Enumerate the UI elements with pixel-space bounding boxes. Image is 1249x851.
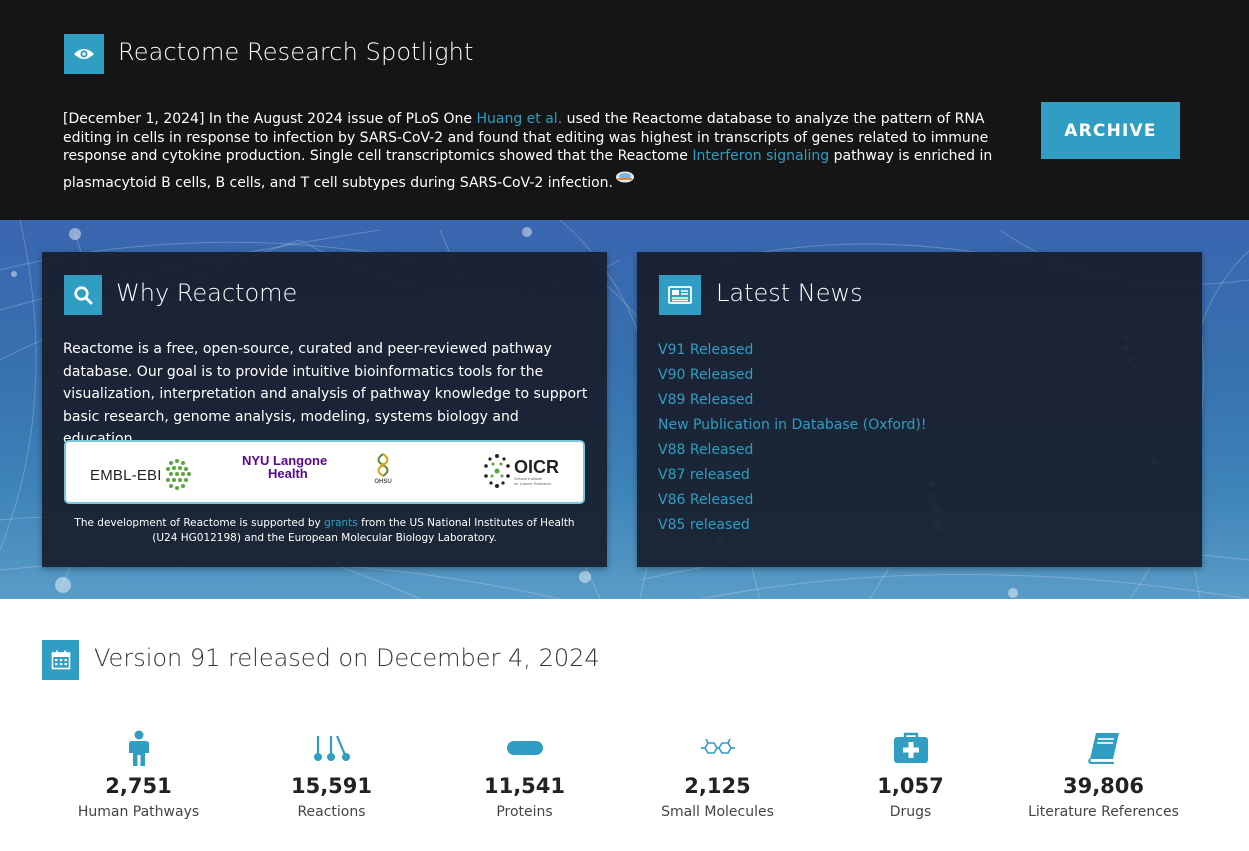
stat-value: 15,591 [290,774,373,798]
oicr-logo-text: OICR [514,457,559,477]
release-title: Version 91 released on December 4, 2024 [94,644,600,672]
stat-label: Proteins [496,804,553,820]
stat-proteins[interactable]: 11,541 Proteins [428,730,621,820]
hero-section: Why Reactome Reactome is a free, open-so… [0,220,1249,599]
why-reactome-panel: Why Reactome Reactome is a free, open-so… [42,252,607,567]
stat-value: 11,541 [483,774,566,798]
ohsu-emblem-icon [377,453,389,477]
news-item: V91 Released [658,338,926,363]
latest-news-panel: Latest News V91 Released V90 Released V8… [637,252,1202,567]
search-icon [64,275,102,315]
spotlight-text-part: [December 1, 2024] In the August 2024 is… [63,111,477,127]
stat-value: 2,751 [105,774,172,798]
nyu-langone-logo[interactable]: NYU Langone Health [242,454,327,480]
news-link[interactable]: V87 released [658,467,750,483]
funding-statement: The development of Reactome is supported… [62,516,587,546]
virus-emoji-icon [615,170,635,182]
stat-value: 2,125 [684,774,751,798]
news-link[interactable]: V91 Released [658,342,753,358]
medical-kit-icon [893,732,928,763]
oicr-logo-subtext-2: for Cancer Research [514,481,551,486]
why-reactome-title: Why Reactome [116,279,298,307]
oicr-emblem-icon [484,454,510,488]
stat-label: Reactions [297,804,366,820]
embl-ebi-logo[interactable]: EMBL-EBI [90,458,193,492]
archive-button[interactable]: ARCHIVE [1041,102,1180,159]
spotlight-text-part: plasmacytoid B cells, B cells, and T cel… [63,174,613,191]
oicr-logo[interactable]: OICR Ontario Institute for Cancer Resear… [482,452,559,492]
news-link[interactable]: V90 Released [658,367,753,383]
stat-small-molecules[interactable]: 2,125 Small Molecules [621,730,814,820]
news-item: V85 released [658,513,926,538]
newspaper-icon [659,275,701,315]
news-link[interactable]: V88 Released [658,442,753,458]
stat-literature-references[interactable]: 39,806 Literature References [1007,730,1200,820]
stat-value: 1,057 [877,774,944,798]
why-reactome-description: Reactome is a free, open-source, curated… [63,341,588,447]
stat-label: Literature References [1028,804,1179,820]
news-item: V86 Released [658,488,926,513]
ohsu-logo[interactable]: OHSU [372,452,394,485]
reaction-icon [313,735,350,761]
news-link[interactable]: V86 Released [658,492,753,508]
embl-hexagon-icon [165,459,191,490]
news-item: V90 Released [658,363,926,388]
calendar-icon [42,640,79,680]
news-item: V87 released [658,463,926,488]
news-link[interactable]: V89 Released [658,392,753,408]
stat-reactions[interactable]: 15,591 Reactions [235,730,428,820]
embl-ebi-logo-text: EMBL-EBI [90,466,162,484]
spotlight-text-part: pathway is enriched in [829,148,993,164]
news-link[interactable]: V85 released [658,517,750,533]
stat-label: Human Pathways [77,804,200,820]
human-figure-icon [128,730,149,766]
protein-icon [506,741,543,755]
news-item: V88 Released [658,438,926,463]
grants-link[interactable]: grants [324,517,358,529]
molecule-icon [700,738,735,754]
news-link[interactable]: New Publication in Database (Oxford)! [658,417,926,433]
stat-human-pathways[interactable]: 2,751 Human Pathways [42,730,235,820]
release-stats: 2,751 Human Pathways 15,591 Reactions 11… [42,730,1202,830]
spotlight-text: [December 1, 2024] In the August 2024 is… [63,110,1028,192]
stat-value: 39,806 [1062,774,1145,798]
ohsu-logo-text: OHSU [374,479,392,485]
interferon-signaling-link[interactable]: Interferon signaling [692,148,829,164]
latest-news-title: Latest News [716,279,863,307]
news-item: New Publication in Database (Oxford)! [658,413,926,438]
book-icon [1087,733,1119,764]
spotlight-title: Reactome Research Spotlight [118,38,474,66]
stat-label: Small Molecules [661,804,774,820]
funding-text-part: The development of Reactome is supported… [74,517,325,529]
news-list: V91 Released V90 Released V89 Released N… [658,338,926,538]
eye-icon [64,34,104,74]
nyu-logo-text-2: Health [268,466,308,481]
partner-logos: EMBL-EBI NYU Langone Health OHSU OICR On… [64,440,585,504]
stat-drugs[interactable]: 1,057 Drugs [814,730,1007,820]
stat-label: Drugs [889,804,932,820]
research-spotlight: Reactome Research Spotlight [December 1,… [0,0,1249,220]
huang-et-al-link[interactable]: Huang et al. [476,111,562,127]
news-item: V89 Released [658,388,926,413]
